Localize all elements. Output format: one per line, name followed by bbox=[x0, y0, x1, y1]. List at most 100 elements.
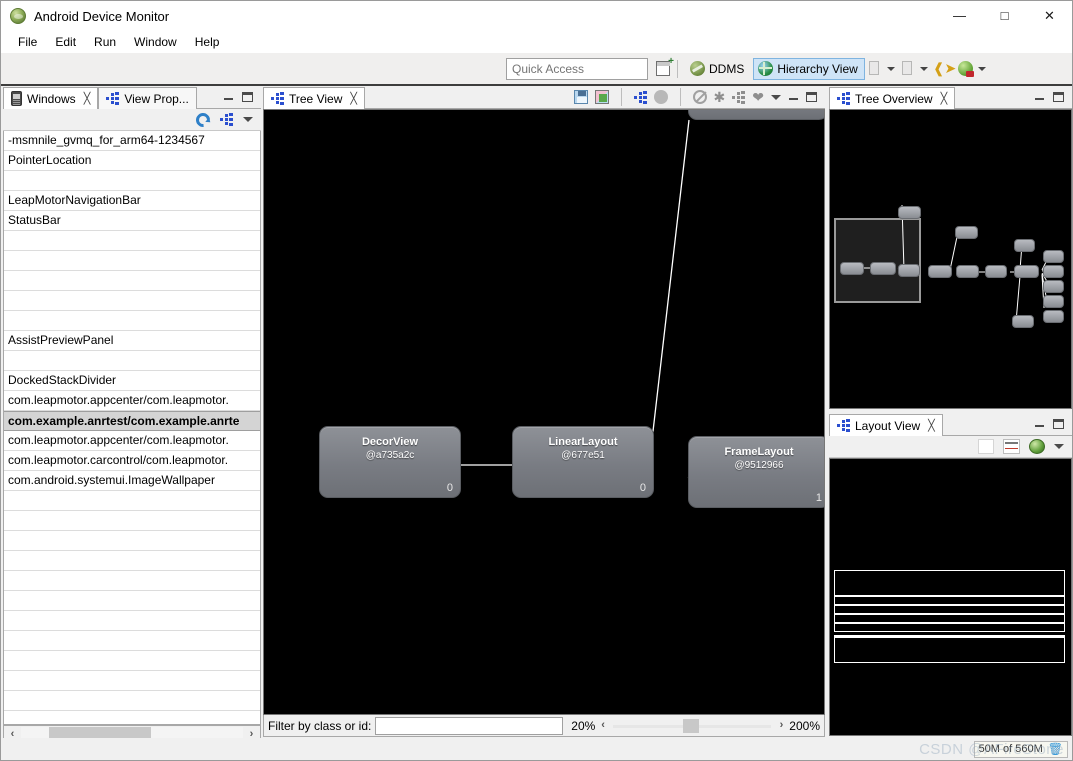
tab-tree-view-close-icon[interactable]: ╳ bbox=[350, 92, 357, 105]
view-menu-icon[interactable] bbox=[1054, 444, 1064, 449]
tab-tree-view[interactable]: Tree View ╳ bbox=[263, 87, 365, 109]
zoom-slider-thumb[interactable] bbox=[683, 718, 700, 733]
restore-perspective-icon[interactable] bbox=[900, 61, 915, 76]
tab-view-properties[interactable]: View Prop... bbox=[98, 87, 197, 109]
window-list-row[interactable] bbox=[4, 251, 260, 271]
window-list-row[interactable]: com.leapmotor.appcenter/com.leapmotor. bbox=[4, 391, 260, 411]
pixel-perfect-icon[interactable]: ❤ bbox=[752, 90, 764, 104]
open-perspective-chevron-down-icon[interactable] bbox=[886, 66, 895, 71]
tree-node[interactable]: DecorView @a735a2c 0 bbox=[319, 426, 461, 498]
save-as-png-icon[interactable] bbox=[573, 90, 588, 104]
tree-overview-canvas[interactable] bbox=[829, 109, 1072, 409]
restore-perspective-chevron-down-icon[interactable] bbox=[919, 66, 928, 71]
window-list-row[interactable] bbox=[4, 571, 260, 591]
menu-file[interactable]: File bbox=[9, 33, 46, 51]
tree-overview-viewport[interactable] bbox=[834, 218, 921, 303]
maximize-panel-icon[interactable] bbox=[806, 92, 817, 102]
window-list-row[interactable]: StatusBar bbox=[4, 211, 260, 231]
minimize-panel-icon[interactable] bbox=[1034, 92, 1045, 102]
tab-tree-overview[interactable]: Tree Overview ╳ bbox=[829, 87, 956, 109]
show-extras-icon[interactable] bbox=[978, 439, 994, 454]
zoom-increase-arrow[interactable]: › bbox=[780, 719, 784, 731]
zoom-decrease-arrow[interactable]: ‹ bbox=[601, 719, 605, 731]
maximize-panel-icon[interactable] bbox=[1053, 92, 1064, 102]
window-list-row[interactable] bbox=[4, 611, 260, 631]
display-tree-icon[interactable] bbox=[633, 90, 647, 104]
window-list-row[interactable] bbox=[4, 671, 260, 691]
window-list-row[interactable] bbox=[4, 291, 260, 311]
window-list-row[interactable]: DockedStackDivider bbox=[4, 371, 260, 391]
tree-node-partial[interactable] bbox=[688, 110, 824, 120]
window-list-row[interactable] bbox=[4, 691, 260, 711]
quick-access-input[interactable] bbox=[506, 58, 648, 80]
menu-help[interactable]: Help bbox=[186, 33, 229, 51]
window-list-row[interactable]: AssistPreviewPanel bbox=[4, 331, 260, 351]
window-list-row[interactable]: -msmnile_gvmq_for_arm64-1234567 bbox=[4, 131, 260, 151]
minimize-button[interactable]: — bbox=[937, 1, 982, 30]
view-menu-icon[interactable] bbox=[243, 117, 253, 122]
maximize-panel-icon[interactable] bbox=[242, 92, 253, 102]
filter-input[interactable] bbox=[375, 716, 564, 735]
window-list-row[interactable] bbox=[4, 171, 260, 191]
open-perspective-icon[interactable] bbox=[867, 61, 882, 76]
memory-indicator[interactable]: 50M of 560M 🗑 bbox=[973, 740, 1068, 758]
window-list-row[interactable] bbox=[4, 351, 260, 371]
window-list-row[interactable]: PointerLocation bbox=[4, 151, 260, 171]
window-list-row[interactable] bbox=[4, 311, 260, 331]
tab-layout-view-close-icon[interactable]: ╳ bbox=[928, 419, 935, 432]
menu-window[interactable]: Window bbox=[125, 33, 186, 51]
window-list-row[interactable] bbox=[4, 231, 260, 251]
dump-hierarchy-icon[interactable] bbox=[732, 90, 746, 104]
window-list-row[interactable] bbox=[4, 491, 260, 511]
window-list-row[interactable] bbox=[4, 591, 260, 611]
zoom-slider[interactable]: ‹ › bbox=[599, 717, 785, 735]
tab-tree-overview-close-icon[interactable]: ╳ bbox=[941, 92, 948, 105]
window-list-row[interactable]: com.leapmotor.appcenter/com.leapmotor. bbox=[4, 431, 260, 451]
new-window-icon[interactable] bbox=[656, 56, 674, 76]
load-overlay-icon[interactable] bbox=[1003, 439, 1020, 454]
perspective-ddms-button[interactable]: DDMS bbox=[685, 58, 751, 80]
window-list-row[interactable]: LeapMotorNavigationBar bbox=[4, 191, 260, 211]
refresh-icon[interactable] bbox=[193, 109, 213, 130]
trash-icon[interactable]: 🗑 bbox=[1048, 742, 1063, 756]
window-list-row[interactable] bbox=[4, 271, 260, 291]
windows-list[interactable]: -msmnile_gvmq_for_arm64-1234567 PointerLo… bbox=[3, 131, 261, 725]
render-icon[interactable] bbox=[1029, 439, 1045, 454]
window-list-row[interactable] bbox=[4, 551, 260, 571]
window-list-row[interactable] bbox=[4, 531, 260, 551]
window-list-row[interactable] bbox=[4, 651, 260, 671]
tree-node[interactable]: LinearLayout @677e51 0 bbox=[512, 426, 654, 498]
minimize-icon: — bbox=[953, 8, 966, 23]
menu-edit[interactable]: Edit bbox=[46, 33, 85, 51]
tree-node[interactable]: FrameLayout @9512966 1 bbox=[688, 436, 824, 508]
tree-icon[interactable] bbox=[220, 113, 233, 126]
back-icon[interactable]: ❰➤ bbox=[933, 60, 956, 77]
minimize-panel-icon[interactable] bbox=[223, 92, 234, 102]
profile-icon[interactable] bbox=[653, 90, 668, 104]
close-button[interactable]: ✕ bbox=[1027, 1, 1072, 30]
view-menu-icon[interactable] bbox=[771, 94, 781, 100]
window-list-row[interactable] bbox=[4, 711, 260, 724]
tab-windows[interactable]: Windows ╳ bbox=[3, 87, 99, 109]
capture-layers-icon[interactable] bbox=[594, 90, 609, 104]
maximize-panel-icon[interactable] bbox=[1053, 419, 1064, 429]
minimize-panel-icon[interactable] bbox=[1034, 419, 1045, 429]
tab-layout-view[interactable]: Layout View ╳ bbox=[829, 414, 943, 436]
invalidate-icon[interactable] bbox=[692, 90, 707, 104]
menu-run[interactable]: Run bbox=[85, 33, 125, 51]
tree-view-canvas[interactable]: DecorView @a735a2c 0 LinearLayout @677e5… bbox=[263, 109, 825, 715]
run-chevron-down-icon[interactable] bbox=[978, 66, 987, 71]
perspective-hierarchy-view-button[interactable]: Hierarchy View bbox=[753, 57, 865, 80]
maximize-button[interactable]: □ bbox=[982, 1, 1027, 30]
perspective-hierarchy-view-label: Hierarchy View bbox=[777, 61, 858, 76]
window-list-row[interactable]: com.android.systemui.ImageWallpaper bbox=[4, 471, 260, 491]
window-list-row[interactable]: com.leapmotor.carcontrol/com.leapmotor. bbox=[4, 451, 260, 471]
tab-windows-close-icon[interactable]: ╳ bbox=[84, 92, 91, 105]
window-list-row[interactable] bbox=[4, 511, 260, 531]
window-list-row[interactable] bbox=[4, 631, 260, 651]
request-layout-icon[interactable]: ✱ bbox=[714, 90, 726, 104]
run-icon[interactable] bbox=[958, 61, 975, 77]
layout-view-canvas[interactable] bbox=[829, 458, 1072, 736]
minimize-panel-icon[interactable] bbox=[788, 92, 799, 102]
window-list-row[interactable]: com.example.anrtest/com.example.anrte bbox=[4, 411, 260, 431]
